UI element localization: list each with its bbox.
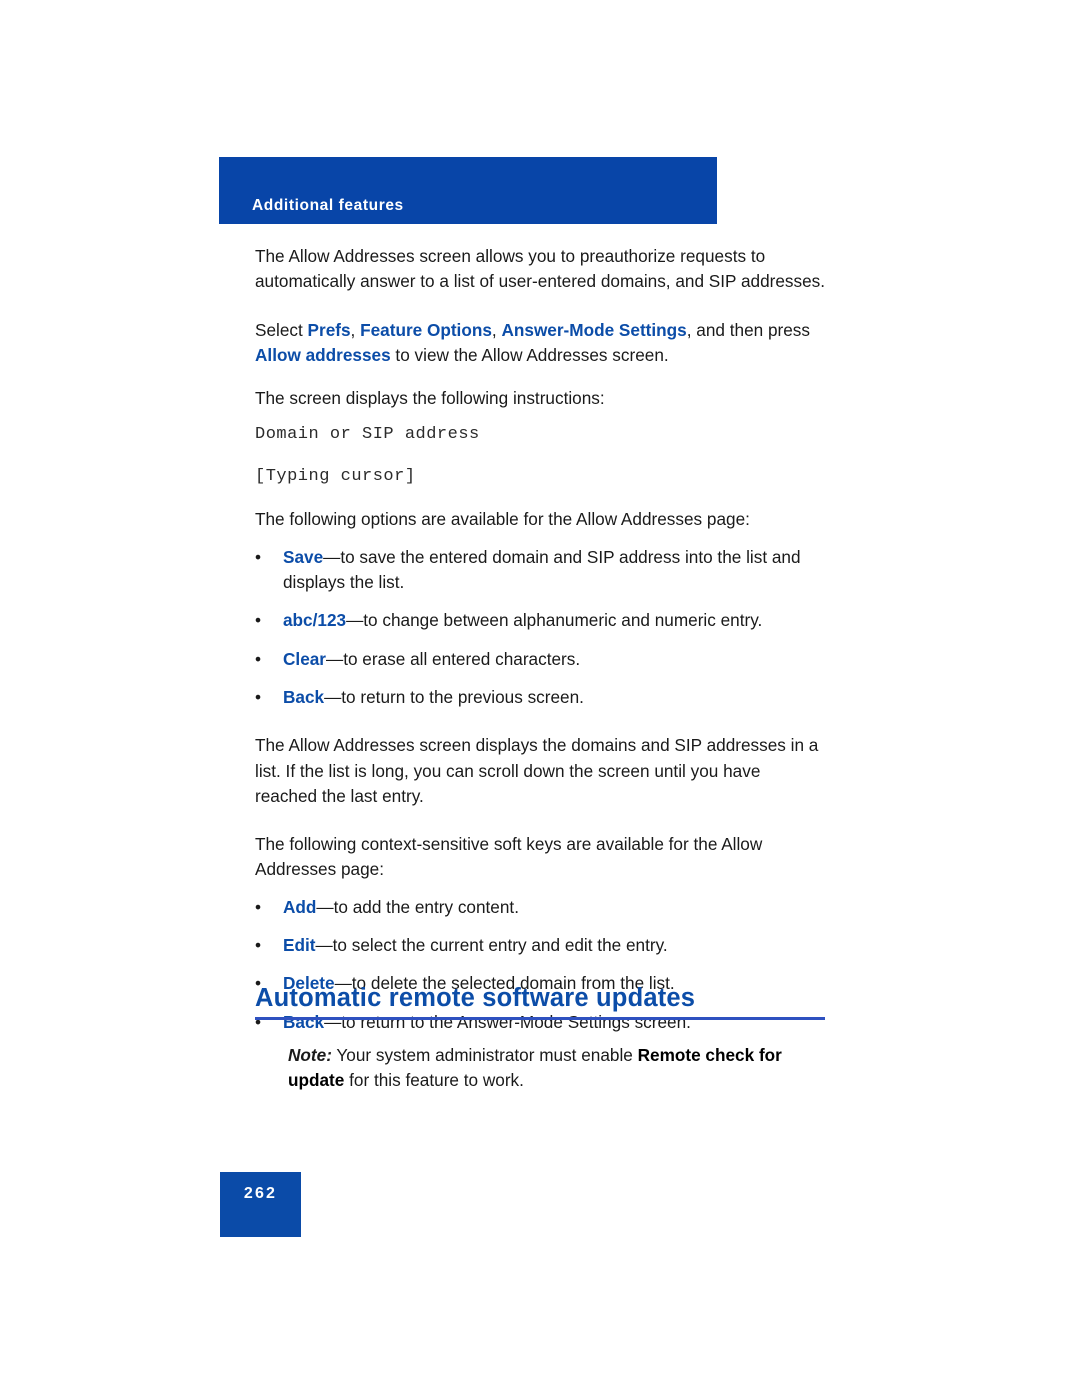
list-item: • Save—to save the entered domain and SIP… — [255, 545, 827, 596]
bullet-icon: • — [255, 610, 262, 631]
bullet-icon: • — [255, 546, 262, 567]
list-item: • Back—to return to the previous screen. — [255, 685, 827, 710]
section-divider — [255, 1017, 825, 1020]
page-number-box: 262 — [220, 1172, 301, 1237]
screen-line-typing-cursor: [Typing cursor] — [255, 467, 416, 487]
option-term: Save — [283, 546, 324, 567]
note-text-before: Your system administrator must enable — [331, 1045, 638, 1065]
note-paragraph: Note: Your system administrator must ena… — [288, 1043, 828, 1094]
options-lead: The following options are available for … — [255, 509, 750, 530]
nav-suffix: to view the Allow Addresses screen. — [390, 344, 669, 365]
option-description: —to return to the previous screen. — [324, 686, 584, 707]
nav-sep-1: , — [350, 319, 361, 340]
option-term: abc/123 — [283, 610, 347, 631]
list-item: • Edit—to select the current entry and ed… — [255, 933, 827, 958]
nav-prefix: Select — [255, 319, 308, 340]
list-item: • Add—to add the entry content. — [255, 895, 827, 920]
running-header-title: Additional features — [252, 197, 404, 214]
nav-step-feature-options: Feature Options — [360, 319, 492, 340]
softkey-description: —to select the current entry and edit th… — [315, 935, 668, 956]
section-heading-block: Automatic remote software updates — [255, 983, 825, 1020]
option-term: Clear — [283, 648, 326, 669]
options-list: • Save—to save the entered domain and SIP… — [255, 545, 827, 710]
bullet-icon: • — [255, 686, 262, 707]
running-header-banner: Additional features — [219, 157, 717, 224]
bullet-icon: • — [255, 896, 262, 917]
document-page: Additional features The Allow Addresses … — [0, 0, 1080, 1397]
softkey-term: Add — [283, 896, 317, 917]
option-description: —to erase all entered characters. — [326, 648, 581, 669]
note-block: Note: Your system administrator must ena… — [288, 1043, 828, 1094]
instructions-lead: The screen displays the following instru… — [255, 388, 605, 409]
note-label: Note: — [288, 1045, 332, 1065]
option-description: —to save the entered domain and SIP addr… — [283, 546, 801, 593]
body-content: The Allow Addresses screen allows you to… — [255, 244, 827, 1035]
option-description: —to change between alphanumeric and nume… — [346, 610, 763, 631]
list-item: • Clear—to erase all entered characters. — [255, 647, 827, 672]
list-item: • abc/123—to change between alphanumeric … — [255, 608, 827, 633]
intro-paragraph: The Allow Addresses screen allows you to… — [255, 246, 826, 292]
nav-step-allow-addresses: Allow addresses — [255, 344, 391, 365]
nav-step-answer-mode-settings: Answer-Mode Settings — [501, 319, 687, 340]
section-title: Automatic remote software updates — [255, 984, 696, 1012]
softkey-term: Edit — [283, 935, 316, 956]
list-behavior-paragraph: The Allow Addresses screen displays the … — [255, 735, 819, 806]
softkey-description: —to add the entry content. — [316, 896, 519, 917]
option-term: Back — [283, 686, 325, 707]
navigation-paragraph: Select Prefs, Feature Options, Answer-Mo… — [255, 318, 827, 369]
bullet-icon: • — [255, 935, 262, 956]
nav-step-prefs: Prefs — [307, 319, 351, 340]
nav-middle: , and then press — [686, 319, 810, 340]
page-number: 262 — [243, 1185, 278, 1202]
bullet-icon: • — [255, 648, 262, 669]
screen-line-domain-or-sip: Domain or SIP address — [255, 425, 480, 445]
note-text-after: for this feature to work. — [344, 1070, 524, 1091]
softkeys-lead: The following context-sensitive soft key… — [255, 834, 763, 880]
